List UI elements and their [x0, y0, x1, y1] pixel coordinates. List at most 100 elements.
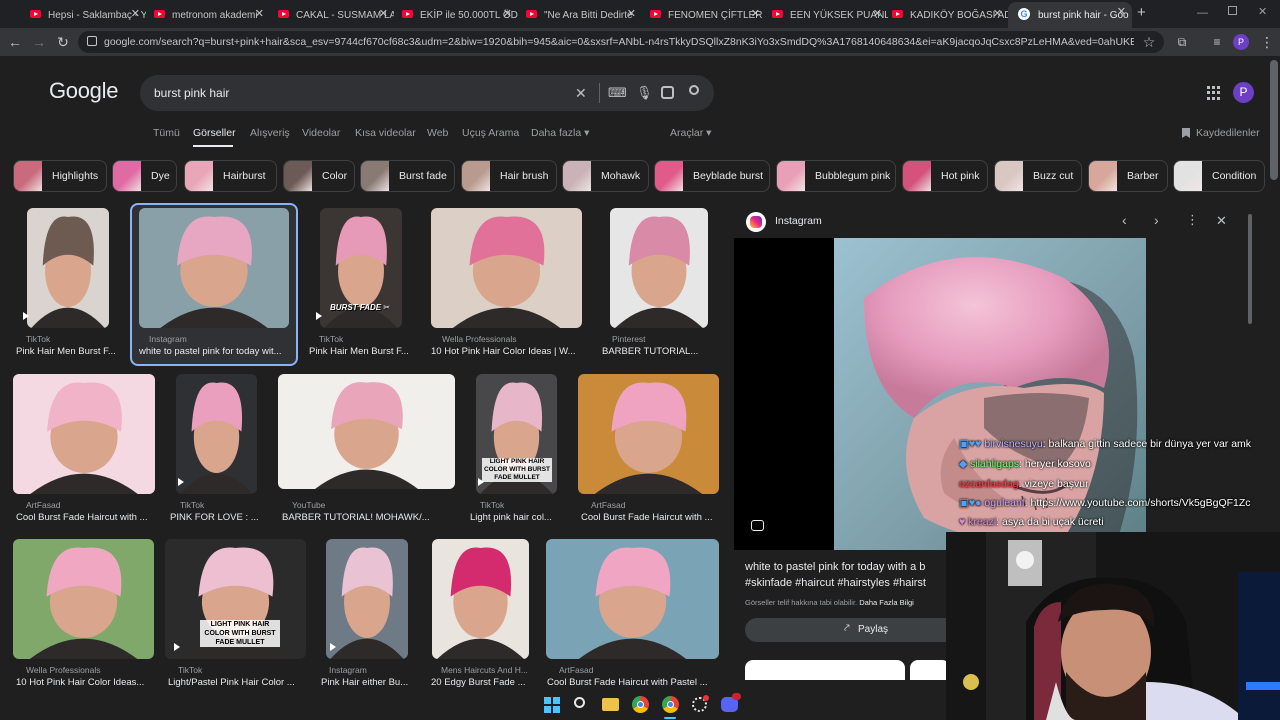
new-tab-button[interactable]: + — [1137, 4, 1146, 21]
filter-tab-more[interactable]: Daha fazla ▾ — [531, 127, 589, 139]
chip-beyblade-burst[interactable]: Beyblade burst — [654, 160, 770, 192]
close-window-icon[interactable]: ✕ — [1258, 5, 1267, 18]
result-title[interactable]: Pink Hair Men Burst F... — [16, 346, 122, 357]
back-icon[interactable]: ← — [6, 34, 24, 52]
result-title[interactable]: 10 Hot Pink Hair Color Ideas | W... — [431, 346, 582, 357]
url-text[interactable]: google.com/search?q=burst+pink+hair&sca_… — [104, 36, 1134, 48]
extensions-icon[interactable]: ⧉ — [1173, 34, 1191, 52]
result-thumbnail[interactable] — [139, 208, 289, 328]
chrome-active-icon[interactable] — [662, 696, 679, 713]
browser-tab[interactable]: CAKAL - SUSMAM LA ✕ — [266, 4, 394, 26]
result-title[interactable]: 20 Edgy Burst Fade ... — [431, 677, 532, 688]
browser-tab[interactable]: "Ne Ara Bitti Dedirte ✕ — [514, 4, 642, 26]
panel-scrollbar[interactable] — [1248, 214, 1252, 324]
site-info-icon[interactable] — [87, 36, 97, 46]
lens-search-icon[interactable] — [751, 520, 764, 531]
result-thumbnail[interactable] — [13, 374, 155, 494]
chip-dye[interactable]: Dye — [112, 160, 177, 192]
close-icon[interactable]: ✕ — [993, 7, 1002, 20]
google-logo[interactable]: Google — [49, 78, 118, 104]
profile-avatar[interactable]: P — [1233, 34, 1249, 50]
close-icon[interactable]: ✕ — [503, 7, 512, 20]
close-icon[interactable]: ✕ — [627, 7, 636, 20]
result-title[interactable]: Light/Pastel Pink Hair Color ... — [168, 677, 306, 688]
result-title[interactable]: Cool Burst Fade Haircut with Pastel ... — [547, 677, 719, 688]
chip-barber[interactable]: Barber — [1088, 160, 1168, 192]
search-icon[interactable] — [689, 85, 699, 95]
close-icon[interactable]: ✕ — [131, 7, 140, 20]
browser-tab[interactable]: EEN YÜKSEK PUANLI ✕ — [760, 4, 888, 26]
forward-icon[interactable]: → — [30, 34, 48, 52]
result-thumbnail[interactable] — [578, 374, 719, 494]
chip-hair-brush[interactable]: Hair brush — [461, 160, 557, 192]
filter-tab-flights[interactable]: Uçuş Arama — [462, 127, 519, 139]
result-thumbnail[interactable] — [431, 208, 582, 328]
scrollbar[interactable] — [1270, 60, 1278, 180]
result-title[interactable]: Light pink hair col... — [470, 512, 562, 523]
action-button[interactable] — [745, 660, 905, 680]
browser-tab[interactable]: KADIKÖY BOĞASI AD ✕ — [880, 4, 1008, 26]
reload-icon[interactable]: ↻ — [54, 34, 72, 52]
panel-source[interactable]: Instagram — [775, 215, 822, 227]
chip-buzz-cut[interactable]: Buzz cut — [994, 160, 1082, 192]
chip-hairburst[interactable]: Hairburst — [184, 160, 277, 192]
result-thumbnail[interactable] — [610, 208, 708, 328]
microphone-icon[interactable]: 🎙 — [636, 85, 653, 101]
close-icon[interactable]: ✕ — [379, 7, 388, 20]
chip-mohawk[interactable]: Mohawk — [562, 160, 649, 192]
chip-hot-pink[interactable]: Hot pink — [902, 160, 988, 192]
result-title[interactable]: 10 Hot Pink Hair Color Ideas... — [16, 677, 154, 688]
preview-caption[interactable]: white to pastel pink for today with a b — [745, 561, 925, 573]
result-title[interactable]: white to pastel pink for today wit... — [139, 346, 289, 357]
result-title[interactable]: Cool Burst Fade Haircut with ... — [581, 512, 719, 523]
lens-icon[interactable] — [661, 86, 674, 99]
search-icon[interactable] — [574, 697, 585, 708]
saved-bookmark-icon[interactable] — [1182, 128, 1190, 138]
browser-tab[interactable]: FENOMEN ÇİFTLER S ✕ — [638, 4, 766, 26]
result-title[interactable]: BARBER TUTORIAL! MOHAWK/... — [282, 512, 452, 523]
result-title[interactable]: Pink Hair either Bu... — [321, 677, 413, 688]
filter-tab-shopping[interactable]: Alışveriş — [250, 127, 290, 139]
search-input[interactable]: burst pink hair — [154, 86, 229, 100]
minimize-icon[interactable]: — — [1197, 7, 1208, 19]
action-button[interactable] — [910, 660, 950, 680]
maximize-icon[interactable] — [1228, 6, 1237, 15]
google-account-avatar[interactable]: P — [1233, 82, 1254, 103]
clear-icon[interactable]: ✕ — [575, 85, 587, 102]
more-info-link[interactable]: Daha Fazla Bilgi — [859, 598, 914, 607]
close-icon[interactable]: ✕ — [255, 7, 264, 20]
saved-button[interactable]: Kaydedilenler — [1196, 127, 1260, 139]
close-icon[interactable]: ✕ — [1117, 5, 1126, 18]
chip-burst-fade[interactable]: Burst fade — [360, 160, 455, 192]
tools-button[interactable]: Araçlar ▾ — [670, 127, 711, 139]
close-icon[interactable]: ✕ — [751, 7, 760, 20]
browser-tab[interactable]: Hepsi - Saklambaç - Y ✕ — [18, 4, 146, 26]
result-title[interactable]: BARBER TUTORIAL... — [602, 346, 718, 357]
search-box[interactable]: burst pink hair ✕ ⌨ 🎙 — [140, 75, 714, 111]
next-icon[interactable]: › — [1154, 212, 1159, 228]
browser-tab[interactable]: EKİP ile 50.000TL ÖD ✕ — [390, 4, 518, 26]
filter-tab-images[interactable]: Görseller — [193, 127, 236, 139]
result-thumbnail[interactable] — [326, 539, 408, 659]
media-icon[interactable]: ≡ — [1208, 34, 1226, 52]
more-options-icon[interactable]: ⋮ — [1186, 212, 1199, 228]
chip-color[interactable]: Color — [283, 160, 355, 192]
address-bar[interactable]: google.com/search?q=burst+pink+hair&sca_… — [78, 31, 1164, 53]
filter-tab-all[interactable]: Tümü — [153, 127, 180, 139]
result-thumbnail[interactable] — [27, 208, 109, 328]
menu-icon[interactable]: ⋮ — [1258, 34, 1276, 52]
result-thumbnail[interactable] — [432, 539, 529, 659]
chip-highlights[interactable]: Highlights — [13, 160, 107, 192]
result-title[interactable]: Pink Hair Men Burst F... — [309, 346, 415, 357]
close-panel-icon[interactable]: ✕ — [1216, 213, 1227, 229]
chip-bubblegum-pink[interactable]: Bubblegum pink — [776, 160, 896, 192]
filter-tab-short-videos[interactable]: Kısa videolar — [355, 127, 416, 139]
previous-icon[interactable]: ‹ — [1122, 212, 1127, 228]
filter-tab-videos[interactable]: Videolar — [302, 127, 340, 139]
browser-tab[interactable]: metronom akademi ✕ — [142, 4, 270, 26]
windows-icon[interactable] — [544, 697, 560, 713]
result-thumbnail[interactable] — [278, 374, 455, 489]
keyboard-icon[interactable]: ⌨ — [608, 85, 627, 101]
result-thumbnail[interactable] — [176, 374, 257, 494]
filter-tab-web[interactable]: Web — [427, 127, 448, 139]
